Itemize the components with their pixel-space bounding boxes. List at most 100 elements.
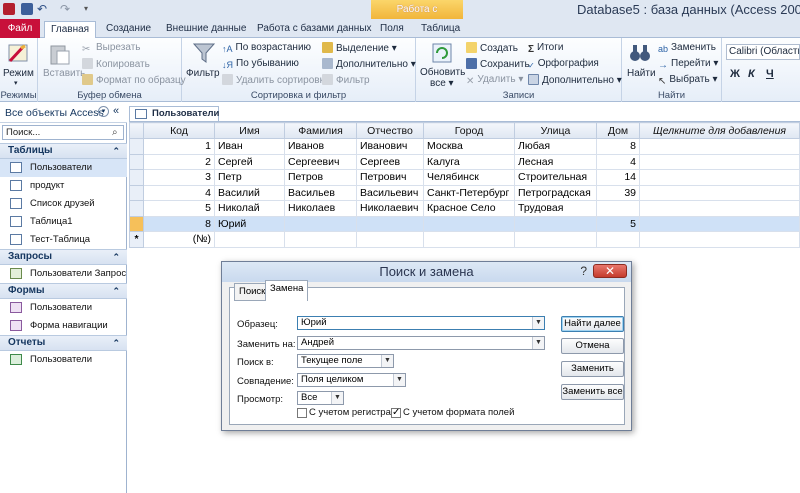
nav-item-table-test[interactable]: Тест-Таблица: [0, 231, 127, 249]
record-selector[interactable]: [129, 184, 144, 201]
nav-group-forms[interactable]: Формы ⌃: [0, 283, 127, 299]
column-header[interactable]: Улица: [514, 122, 597, 139]
table-cell[interactable]: 39: [596, 184, 640, 201]
column-header[interactable]: Фамилия: [284, 122, 357, 139]
table-cell[interactable]: [423, 231, 515, 248]
table-cell[interactable]: [284, 231, 357, 248]
replace-button[interactable]: ab Заменить: [658, 42, 716, 55]
table-cell[interactable]: Николай: [214, 200, 285, 217]
replace-button[interactable]: Заменить: [561, 361, 624, 377]
totals-button[interactable]: Σ Итоги: [528, 42, 563, 55]
nav-title[interactable]: Все объекты Access: [5, 107, 104, 119]
table-cell[interactable]: Николаев: [284, 200, 357, 217]
table-cell[interactable]: Калуга: [423, 153, 515, 170]
table-cell[interactable]: [356, 215, 424, 232]
replace-with-input[interactable]: Андрей ▼: [297, 336, 545, 350]
help-icon[interactable]: ?: [580, 264, 587, 278]
table-cell[interactable]: Сергей: [214, 153, 285, 170]
table-cell[interactable]: 8: [596, 138, 640, 155]
undo-icon[interactable]: ↶: [37, 3, 49, 15]
table-cell[interactable]: [639, 231, 800, 248]
selection-button[interactable]: Выделение ▾: [322, 42, 397, 54]
tab-fields[interactable]: Поля: [374, 21, 410, 38]
look-in-select[interactable]: Текущее поле ▼: [297, 354, 394, 368]
replace-all-button[interactable]: Заменить все: [561, 384, 624, 400]
remove-sort-button[interactable]: Удалить сортировку: [222, 74, 329, 86]
table-cell[interactable]: [356, 231, 424, 248]
table-cell[interactable]: [596, 231, 640, 248]
chevron-down-icon[interactable]: ▼: [532, 317, 544, 329]
tab-create[interactable]: Создание: [100, 21, 157, 38]
collapse-reports-icon[interactable]: ⌃: [112, 336, 120, 350]
nav-group-reports[interactable]: Отчеты ⌃: [0, 335, 127, 351]
collapse-queries-icon[interactable]: ⌃: [112, 250, 120, 264]
table-cell[interactable]: 5: [143, 200, 215, 217]
tab-external-data[interactable]: Внешние данные: [160, 21, 252, 38]
table-cell[interactable]: 14: [596, 169, 640, 186]
nav-item-table-table1[interactable]: Таблица1: [0, 213, 127, 231]
table-cell[interactable]: Челябинск: [423, 169, 515, 186]
view-mode-chevron-icon[interactable]: ▾: [14, 79, 18, 87]
table-cell[interactable]: Сергеевич: [284, 153, 357, 170]
table-cell[interactable]: [214, 231, 285, 248]
table-cell[interactable]: 5: [596, 215, 640, 232]
tab-database-tools[interactable]: Работа с базами данных: [251, 21, 378, 38]
table-cell[interactable]: Петрович: [356, 169, 424, 186]
refresh-all-button-line2[interactable]: все ▾: [430, 78, 454, 89]
search-formatted-checkbox[interactable]: ✓: [391, 408, 401, 418]
underline-button[interactable]: Ч: [766, 68, 774, 80]
table-cell[interactable]: [639, 169, 800, 186]
close-icon[interactable]: ✕: [593, 264, 627, 278]
more-records-button[interactable]: Дополнительно ▾: [528, 74, 622, 86]
record-selector[interactable]: [129, 169, 144, 186]
customize-quick-access-icon[interactable]: ▾: [84, 3, 96, 15]
tab-table[interactable]: Таблица: [415, 21, 466, 38]
nav-item-table-friends[interactable]: Список друзей: [0, 195, 127, 213]
search-icon[interactable]: ⌕: [112, 127, 118, 138]
table-cell[interactable]: Лесная: [514, 153, 597, 170]
table-cell[interactable]: Иванович: [356, 138, 424, 155]
column-header[interactable]: Город: [423, 122, 515, 139]
nav-search-input[interactable]: Поиск...: [2, 125, 124, 140]
table-cell[interactable]: Красное Село: [423, 200, 515, 217]
table-cell[interactable]: Петр: [214, 169, 285, 186]
nav-group-tables[interactable]: Таблицы ⌃: [0, 143, 127, 159]
nav-item-table-users[interactable]: Пользователи: [0, 159, 127, 177]
italic-button[interactable]: К: [748, 68, 755, 80]
tab-file[interactable]: Файл: [0, 19, 40, 38]
table-cell[interactable]: [423, 215, 515, 232]
table-cell[interactable]: Василий: [214, 184, 285, 201]
bold-button[interactable]: Ж: [730, 68, 740, 80]
column-header[interactable]: Дом: [596, 122, 640, 139]
column-header[interactable]: Код: [143, 122, 215, 139]
table-cell[interactable]: Иванов: [284, 138, 357, 155]
nav-item-report-users[interactable]: Пользователи: [0, 351, 127, 369]
dialog-title[interactable]: Поиск и замена: [222, 262, 631, 282]
record-selector[interactable]: [129, 153, 144, 170]
tab-replace[interactable]: Замена: [265, 280, 309, 301]
table-cell[interactable]: [639, 153, 800, 170]
table-cell[interactable]: [284, 215, 357, 232]
table-cell[interactable]: Васильевич: [356, 184, 424, 201]
goto-button[interactable]: → Перейти ▾: [658, 58, 718, 71]
new-record-marker[interactable]: *: [129, 231, 144, 248]
nav-item-form-navigation[interactable]: Форма навигации: [0, 317, 127, 335]
table-cell[interactable]: Юрий: [214, 215, 285, 232]
chevron-down-icon[interactable]: ▼: [331, 392, 343, 404]
record-selector[interactable]: [129, 138, 144, 155]
select-button[interactable]: ↖ Выбрать ▾: [658, 74, 717, 87]
find-next-button[interactable]: Найти далее: [561, 316, 624, 332]
table-cell[interactable]: [639, 200, 800, 217]
table-cell[interactable]: [596, 200, 640, 217]
nav-group-queries[interactable]: Запросы ⌃: [0, 249, 127, 265]
nav-menu-chevron-icon[interactable]: ▾: [98, 106, 109, 117]
table-cell[interactable]: Николаевич: [356, 200, 424, 217]
toggle-filter-button[interactable]: Фильтр: [322, 74, 370, 86]
match-case-checkbox[interactable]: [297, 408, 307, 418]
table-cell[interactable]: Петров: [284, 169, 357, 186]
chevron-down-icon[interactable]: ▼: [381, 355, 393, 367]
font-name-select[interactable]: Calibri (Область да: [726, 44, 800, 60]
save-record-button[interactable]: Сохранить: [466, 58, 530, 70]
nav-item-form-users[interactable]: Пользователи: [0, 299, 127, 317]
table-cell[interactable]: Строительная: [514, 169, 597, 186]
